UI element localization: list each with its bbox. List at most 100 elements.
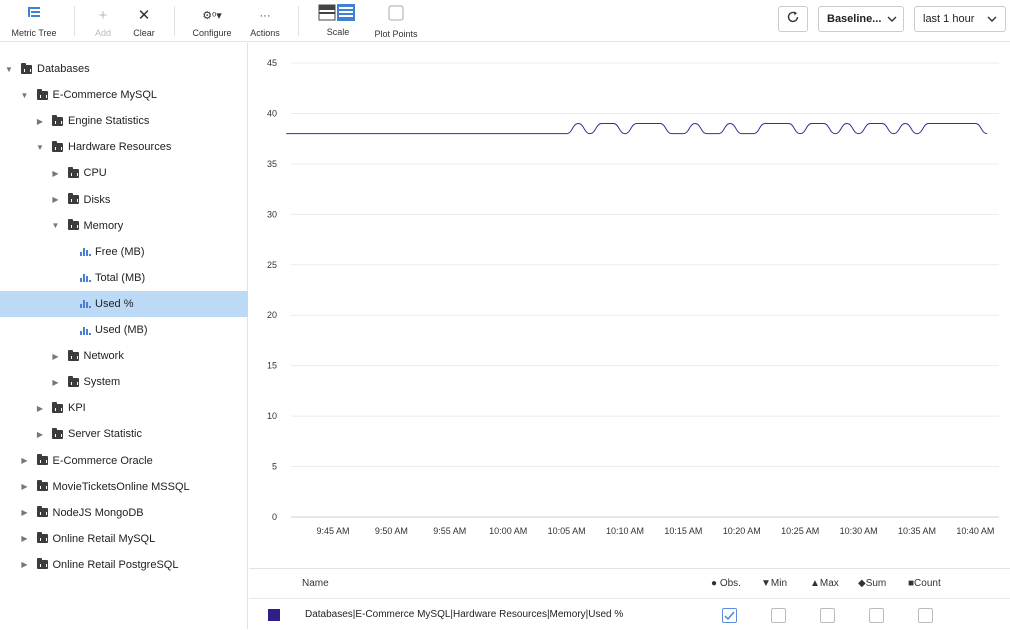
scale-label: Scale bbox=[326, 27, 350, 37]
toolbar-divider bbox=[174, 6, 175, 36]
tree-item[interactable]: ▶ Online Retail PostgreSQL bbox=[0, 552, 248, 578]
obs-checkbox[interactable] bbox=[722, 608, 737, 623]
tree-item[interactable]: ▶ CPU bbox=[0, 160, 248, 186]
caret-right-icon[interactable]: ▶ bbox=[20, 482, 30, 491]
tree-item[interactable]: ▼ E-Commerce MySQL bbox=[0, 82, 248, 108]
tree-item[interactable]: ▼ Databases bbox=[0, 56, 248, 82]
tree-item-label: Hardware Resources bbox=[68, 141, 172, 154]
x-tick-label: 9:55 AM bbox=[433, 526, 466, 536]
col-sum-label: Sum bbox=[865, 578, 887, 589]
tree-item-label: MovieTicketsOnline MSSQL bbox=[52, 480, 190, 493]
folder-icon bbox=[36, 506, 48, 518]
caret-right-icon[interactable]: ▶ bbox=[51, 378, 61, 387]
clear-button[interactable]: ✕ Clear bbox=[130, 0, 158, 42]
tree-item[interactable]: ▶ MovieTicketsOnline MSSQL bbox=[0, 474, 248, 500]
caret-right-icon[interactable]: ▶ bbox=[20, 534, 30, 543]
count-checkbox[interactable] bbox=[918, 608, 933, 623]
caret-right-icon[interactable]: ▶ bbox=[20, 456, 30, 465]
folder-icon bbox=[52, 140, 63, 152]
tree-item[interactable]: ▼ Memory bbox=[0, 213, 248, 239]
min-checkbox[interactable] bbox=[771, 608, 786, 623]
folder-icon bbox=[36, 88, 48, 100]
col-count[interactable]: ■Count bbox=[908, 578, 941, 589]
tree-item[interactable]: Total (MB) bbox=[0, 265, 248, 291]
series-color-swatch bbox=[268, 609, 280, 621]
toolbar-divider bbox=[298, 6, 299, 36]
chart-area: 0 5 10 15 20 25 30 35 40 45 9:45 AM 9:50 AM 9:55 AM 1… bbox=[249, 43, 1010, 568]
time-range-dropdown[interactable]: last 1 hour bbox=[914, 6, 1006, 32]
tree-item[interactable]: ▼ Hardware Resources bbox=[0, 134, 248, 160]
refresh-button[interactable] bbox=[778, 6, 808, 32]
sum-checkbox[interactable] bbox=[869, 608, 884, 623]
tree-item-label: Memory bbox=[83, 219, 124, 232]
legend-header: Name ● Obs. ▼Min ▲Max ◆Sum ■Count bbox=[249, 569, 1010, 599]
folder-icon bbox=[67, 349, 79, 361]
folder-icon bbox=[67, 375, 79, 387]
close-icon: ✕ bbox=[137, 7, 151, 24]
col-obs[interactable]: ● Obs. bbox=[711, 578, 741, 589]
configure-button[interactable]: ⚙ᵒ▾ Configure bbox=[190, 0, 234, 42]
tree-item[interactable]: ▶ Server Statistic bbox=[0, 421, 248, 447]
max-checkbox[interactable] bbox=[820, 608, 835, 623]
col-obs-label: Obs. bbox=[719, 578, 741, 589]
toolbar: Metric Tree + Add ✕ Clear ⚙ᵒ▾ Configure … bbox=[0, 0, 1010, 42]
x-tick-label: 9:45 AM bbox=[316, 526, 349, 536]
metric-icon bbox=[80, 273, 91, 283]
caret-right-icon[interactable]: ▶ bbox=[35, 404, 45, 413]
col-count-label: Count bbox=[914, 578, 941, 589]
x-tick-label: 9:50 AM bbox=[375, 526, 408, 536]
tree-item-label: Free (MB) bbox=[95, 245, 145, 258]
plot-points-label: Plot Points bbox=[374, 29, 418, 39]
tree-item-label: Online Retail PostgreSQL bbox=[52, 558, 179, 571]
baseline-dropdown[interactable]: Baseline... bbox=[818, 6, 904, 32]
tree-item-label: Disks bbox=[83, 193, 111, 206]
col-max[interactable]: ▲Max bbox=[810, 578, 839, 589]
caret-down-icon[interactable]: ▼ bbox=[51, 221, 61, 230]
plot-points-toggle[interactable]: Plot Points bbox=[372, 0, 420, 42]
caret-down-icon[interactable]: ▼ bbox=[4, 65, 14, 74]
metric-tree-button[interactable]: Metric Tree bbox=[8, 0, 60, 42]
add-button[interactable]: + Add bbox=[90, 0, 116, 42]
tree-item[interactable]: ▶ Online Retail MySQL bbox=[0, 526, 248, 552]
y-tick-label: 45 bbox=[267, 58, 277, 68]
y-tick-label: 35 bbox=[267, 159, 277, 169]
series-line[interactable] bbox=[286, 123, 988, 135]
tree-item[interactable]: Used (MB) bbox=[0, 317, 248, 343]
caret-right-icon[interactable]: ▶ bbox=[35, 117, 45, 126]
col-min[interactable]: ▼Min bbox=[761, 578, 787, 589]
col-max-label: Max bbox=[819, 578, 839, 589]
tree-item-label: Engine Statistics bbox=[68, 115, 150, 128]
tree-item-label: CPU bbox=[83, 167, 107, 180]
y-tick-label: 10 bbox=[267, 411, 277, 421]
tree-item[interactable]: Used % bbox=[0, 290, 248, 317]
col-sum[interactable]: ◆Sum bbox=[858, 578, 886, 589]
folder-icon bbox=[52, 114, 63, 126]
actions-button[interactable]: ··· Actions bbox=[248, 0, 282, 42]
scale-button[interactable]: Scale bbox=[318, 0, 358, 42]
tree-item[interactable]: ▶ KPI bbox=[0, 395, 248, 421]
x-tick-label: 10:40 AM bbox=[956, 526, 994, 536]
metric-tree-icon bbox=[8, 4, 60, 28]
x-tick-label: 10:35 AM bbox=[898, 526, 936, 536]
caret-down-icon[interactable]: ▼ bbox=[35, 143, 45, 152]
line-chart[interactable]: 0 5 10 15 20 25 30 35 40 45 9:45 AM 9:50 AM 9:55 AM 1… bbox=[249, 43, 1010, 568]
tree-item[interactable]: ▶ E-Commerce Oracle bbox=[0, 448, 248, 474]
tree-item[interactable]: ▶ Network bbox=[0, 343, 248, 369]
y-tick-label: 30 bbox=[267, 209, 277, 219]
tree-item[interactable]: ▶ Engine Statistics bbox=[0, 108, 248, 134]
caret-right-icon[interactable]: ▶ bbox=[20, 508, 30, 517]
caret-right-icon[interactable]: ▶ bbox=[51, 169, 61, 178]
tree-item[interactable]: ▶ Disks bbox=[0, 187, 248, 213]
checkbox-icon bbox=[372, 5, 420, 29]
legend-row[interactable]: Databases|E-Commerce MySQL|Hardware Reso… bbox=[249, 600, 1010, 630]
caret-right-icon[interactable]: ▶ bbox=[51, 195, 61, 204]
metric-tree-panel: ▼ Databases ▼ E-Commerce MySQL ▶ Engine Stati… bbox=[0, 43, 248, 629]
caret-right-icon[interactable]: ▶ bbox=[51, 352, 61, 361]
tree-item[interactable]: Free (MB) bbox=[0, 239, 248, 265]
tree-item[interactable]: ▶ NodeJS MongoDB bbox=[0, 500, 248, 526]
caret-right-icon[interactable]: ▶ bbox=[20, 560, 30, 569]
caret-right-icon[interactable]: ▶ bbox=[35, 430, 45, 439]
tree-item[interactable]: ▶ System bbox=[0, 369, 248, 395]
x-tick-label: 10:05 AM bbox=[548, 526, 586, 536]
caret-down-icon[interactable]: ▼ bbox=[20, 91, 30, 100]
